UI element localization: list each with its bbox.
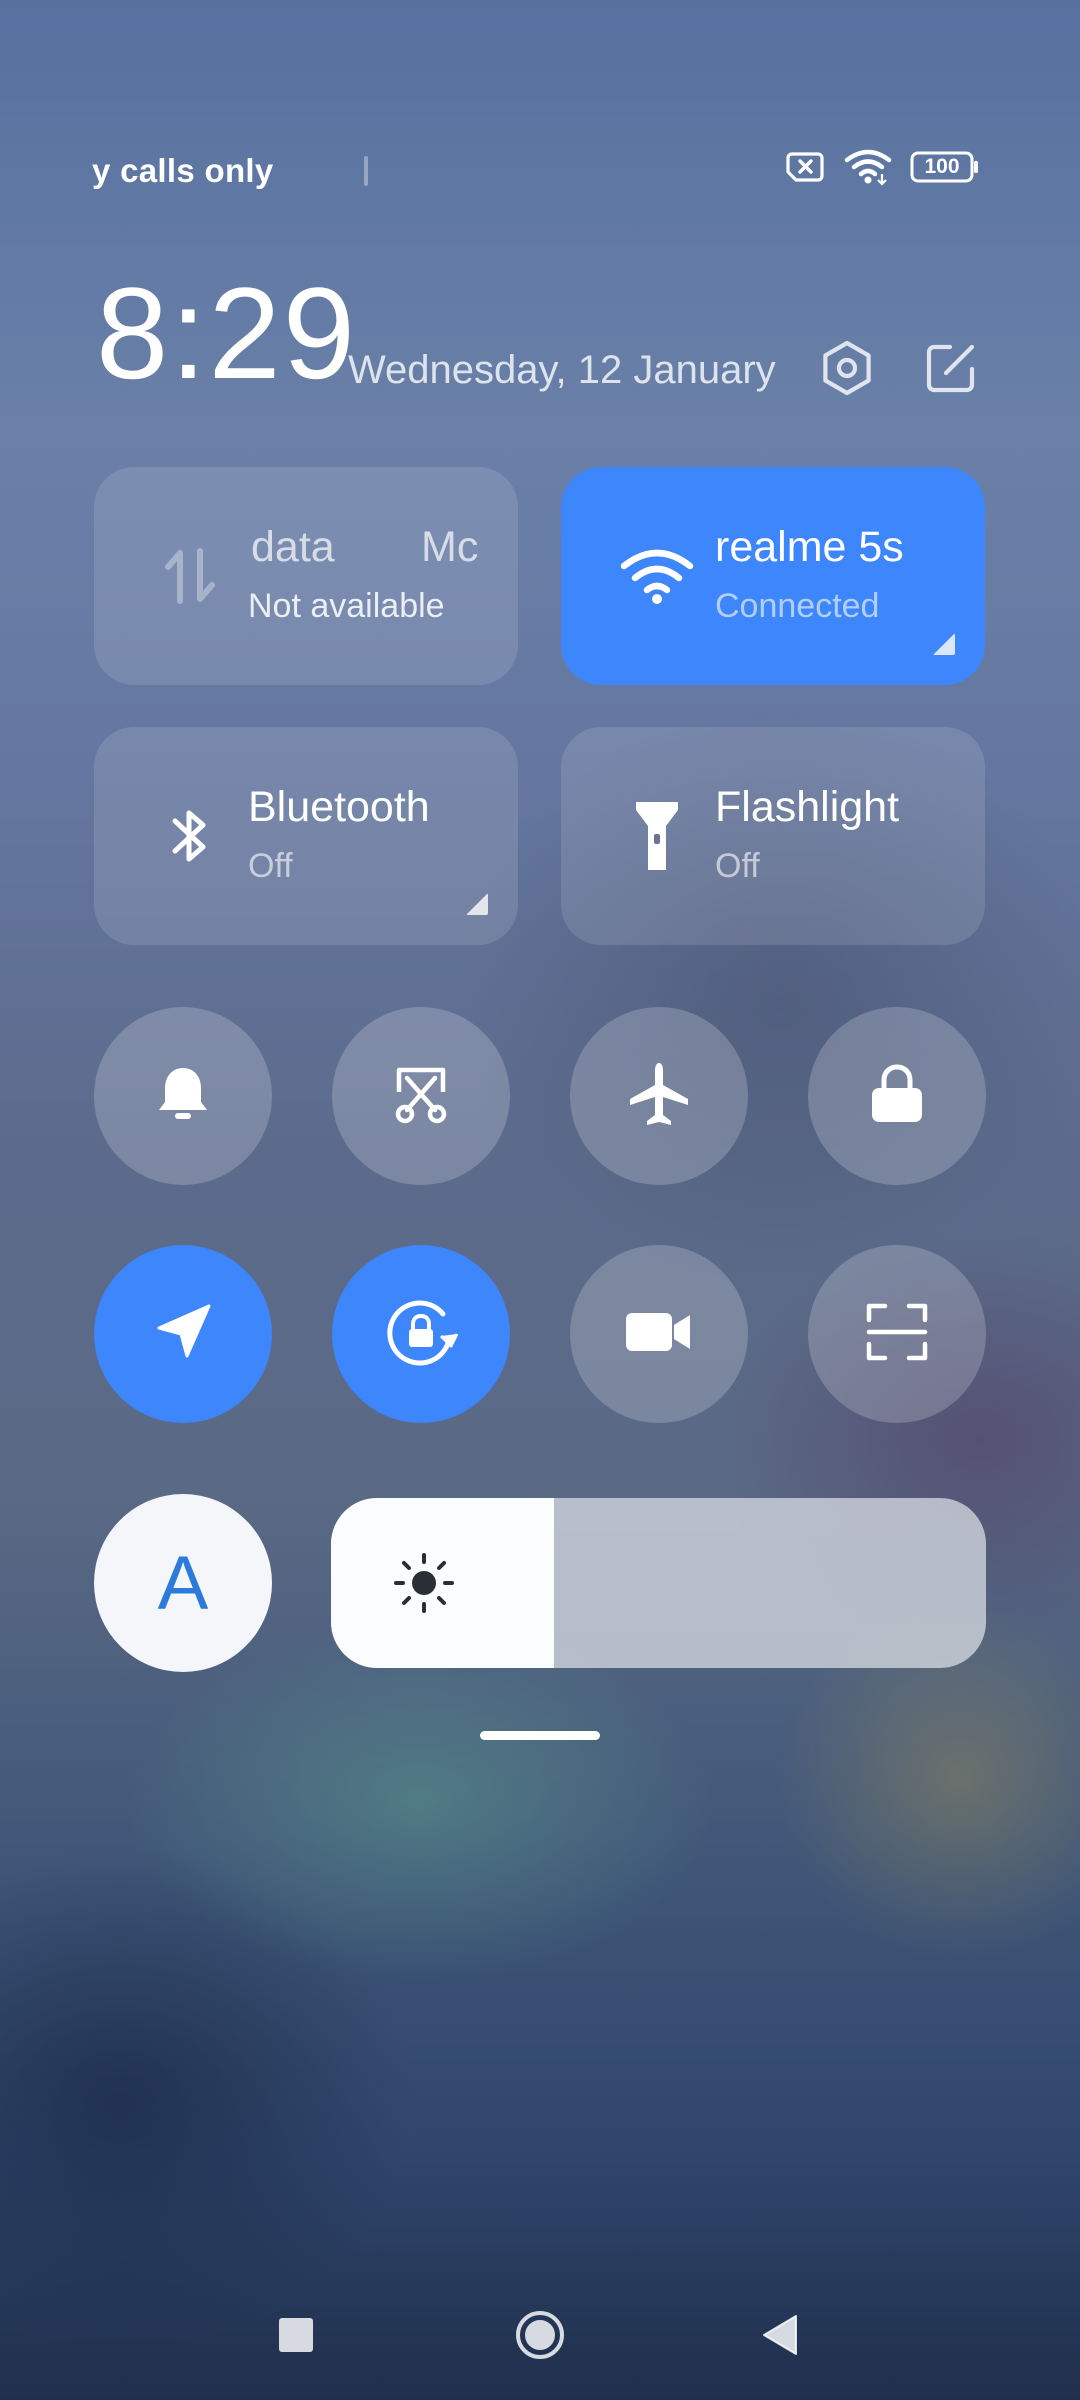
toggle-screenshot[interactable] xyxy=(332,1007,510,1185)
scan-icon xyxy=(865,1300,929,1369)
toggle-airplane-mode[interactable] xyxy=(570,1007,748,1185)
bell-icon xyxy=(151,1062,215,1131)
settings-icon xyxy=(817,338,877,403)
toggle-lock-screen[interactable] xyxy=(808,1007,986,1185)
mobile-data-status: Not available xyxy=(248,587,445,625)
mobile-data-title-right: Mc xyxy=(421,523,479,571)
tile-mobile-data[interactable]: data Mc Not available xyxy=(94,467,518,685)
flashlight-title: Flashlight xyxy=(715,783,900,831)
mobile-data-title-left: data xyxy=(251,523,335,571)
wifi-status: Connected xyxy=(715,587,880,625)
battery-level: 100 xyxy=(924,155,960,178)
toggle-mute[interactable] xyxy=(94,1007,272,1185)
rotation-lock-icon xyxy=(381,1292,461,1377)
home-icon xyxy=(514,2309,566,2366)
edit-button[interactable] xyxy=(916,335,986,405)
toggle-location[interactable] xyxy=(94,1245,272,1423)
toggle-screen-recorder[interactable] xyxy=(570,1245,748,1423)
video-camera-icon xyxy=(624,1307,694,1362)
toggle-scanner[interactable] xyxy=(808,1245,986,1423)
navigation-bar xyxy=(0,2290,1080,2380)
flashlight-icon xyxy=(617,727,697,945)
sim-separator xyxy=(364,156,368,186)
back-button[interactable] xyxy=(745,2302,815,2372)
wifi-icon xyxy=(617,467,697,685)
mobile-data-title: data Mc xyxy=(248,523,518,583)
tile-wifi[interactable]: realme 5s Connected xyxy=(561,467,985,685)
scissors-icon xyxy=(389,1062,453,1131)
tile-flashlight[interactable]: Flashlight Off xyxy=(561,727,985,945)
status-bar: y calls only 100 xyxy=(0,140,1080,210)
bluetooth-expand-corner[interactable] xyxy=(466,893,488,915)
flashlight-status: Off xyxy=(715,847,760,885)
auto-brightness-icon: A xyxy=(157,1540,209,1626)
wifi-network-name: realme 5s xyxy=(715,523,904,571)
bluetooth-status: Off xyxy=(248,847,293,885)
location-arrow-icon xyxy=(151,1300,215,1369)
brightness-slider[interactable] xyxy=(331,1498,986,1668)
status-icons: 100 xyxy=(784,148,980,186)
home-button[interactable] xyxy=(505,2302,575,2372)
toggle-rotation-lock[interactable] xyxy=(332,1245,510,1423)
auto-brightness-button[interactable]: A xyxy=(94,1494,272,1672)
lock-icon xyxy=(868,1062,926,1131)
sun-icon xyxy=(391,1550,457,1616)
airplane-icon xyxy=(624,1059,694,1134)
no-sim-icon xyxy=(784,151,826,183)
date[interactable]: Wednesday, 12 January xyxy=(348,348,776,393)
clock[interactable]: 8:29 xyxy=(96,268,357,398)
mobile-data-icon xyxy=(150,467,230,685)
battery-icon: 100 xyxy=(910,151,980,183)
tile-bluetooth[interactable]: Bluetooth Off xyxy=(94,727,518,945)
bluetooth-title: Bluetooth xyxy=(248,783,430,831)
wifi-expand-corner[interactable] xyxy=(933,633,955,655)
panel-drag-handle[interactable] xyxy=(480,1731,600,1740)
edit-icon xyxy=(922,339,980,402)
settings-button[interactable] xyxy=(812,335,882,405)
bluetooth-icon xyxy=(150,727,230,945)
back-icon xyxy=(760,2314,800,2361)
recents-button[interactable] xyxy=(261,2302,331,2372)
carrier-text: y calls only xyxy=(92,152,274,189)
recents-icon xyxy=(278,2317,314,2358)
wifi-status-icon xyxy=(844,148,892,186)
